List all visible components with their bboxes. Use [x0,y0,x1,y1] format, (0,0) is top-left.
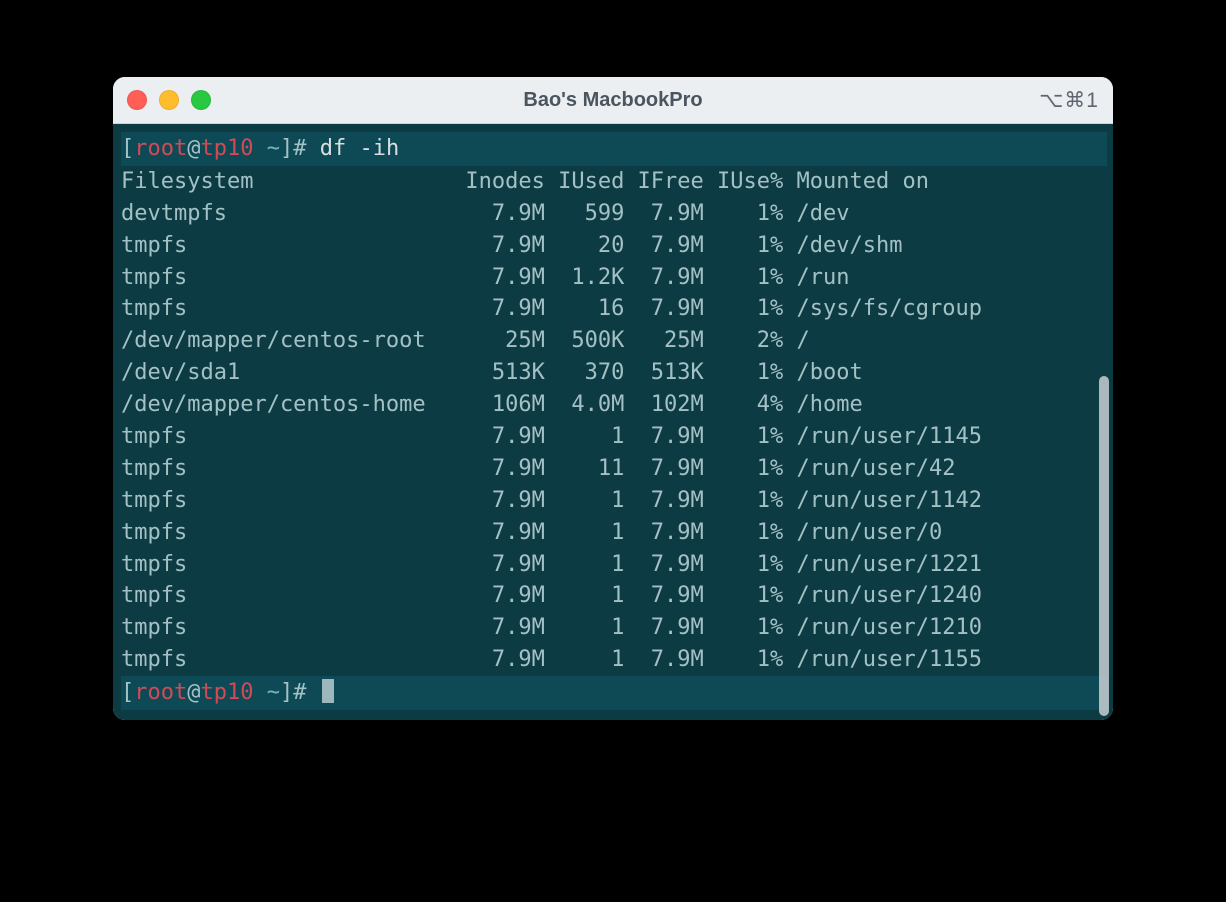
traffic-lights [127,90,211,110]
df-row: tmpfs 7.9M 1 7.9M 1% /run/user/1155 [121,647,982,672]
minimize-icon[interactable] [159,90,179,110]
df-row: tmpfs 7.9M 16 7.9M 1% /sys/fs/cgroup [121,296,982,321]
df-rows: devtmpfs 7.9M 599 7.9M 1% /dev tmpfs 7.9… [121,198,1107,676]
df-row: /dev/mapper/centos-root 25M 500K 25M 2% … [121,328,810,353]
prompt-user: root [134,136,187,161]
df-row: /dev/sda1 513K 370 513K 1% /boot [121,360,863,385]
df-row: tmpfs 7.9M 1 7.9M 1% /run/user/1142 [121,488,982,513]
df-row: tmpfs 7.9M 11 7.9M 1% /run/user/42 [121,456,955,481]
df-row: tmpfs 7.9M 1 7.9M 1% /run/user/1240 [121,583,982,608]
df-row: tmpfs 7.9M 1 7.9M 1% /run/user/0 [121,520,942,545]
titlebar: Bao's MacbookPro ⌥⌘1 [113,77,1113,124]
zoom-icon[interactable] [191,90,211,110]
prompt-line-1: [root@tp10 ~]# df -ih [121,132,1107,166]
prompt-path: ~ [267,136,280,161]
close-icon[interactable] [127,90,147,110]
df-row: /dev/mapper/centos-home 106M 4.0M 102M 4… [121,392,863,417]
df-row: tmpfs 7.9M 1 7.9M 1% /run/user/1210 [121,615,982,640]
prompt-command: df -ih [320,136,399,161]
terminal-body[interactable]: [root@tp10 ~]# df -ih Filesystem Inodes … [113,124,1113,720]
df-row: tmpfs 7.9M 1 7.9M 1% /run/user/1221 [121,552,982,577]
scrollbar-thumb[interactable] [1099,376,1109,716]
prompt-line-2: [root@tp10 ~]# [121,676,1107,710]
df-row: devtmpfs 7.9M 599 7.9M 1% /dev [121,201,849,226]
df-row: tmpfs 7.9M 1.2K 7.9M 1% /run [121,265,849,290]
prompt-host: tp10 [200,136,253,161]
df-header-row: Filesystem Inodes IUsed IFree IUse% Moun… [121,169,929,194]
terminal-window: Bao's MacbookPro ⌥⌘1 [root@tp10 ~]# df -… [113,77,1113,720]
window-title: Bao's MacbookPro [113,89,1113,112]
df-row: tmpfs 7.9M 20 7.9M 1% /dev/shm [121,233,902,258]
df-row: tmpfs 7.9M 1 7.9M 1% /run/user/1145 [121,424,982,449]
window-shortcut: ⌥⌘1 [1039,88,1099,113]
cursor-icon [322,679,334,703]
prompt-symbol: # [293,136,306,161]
